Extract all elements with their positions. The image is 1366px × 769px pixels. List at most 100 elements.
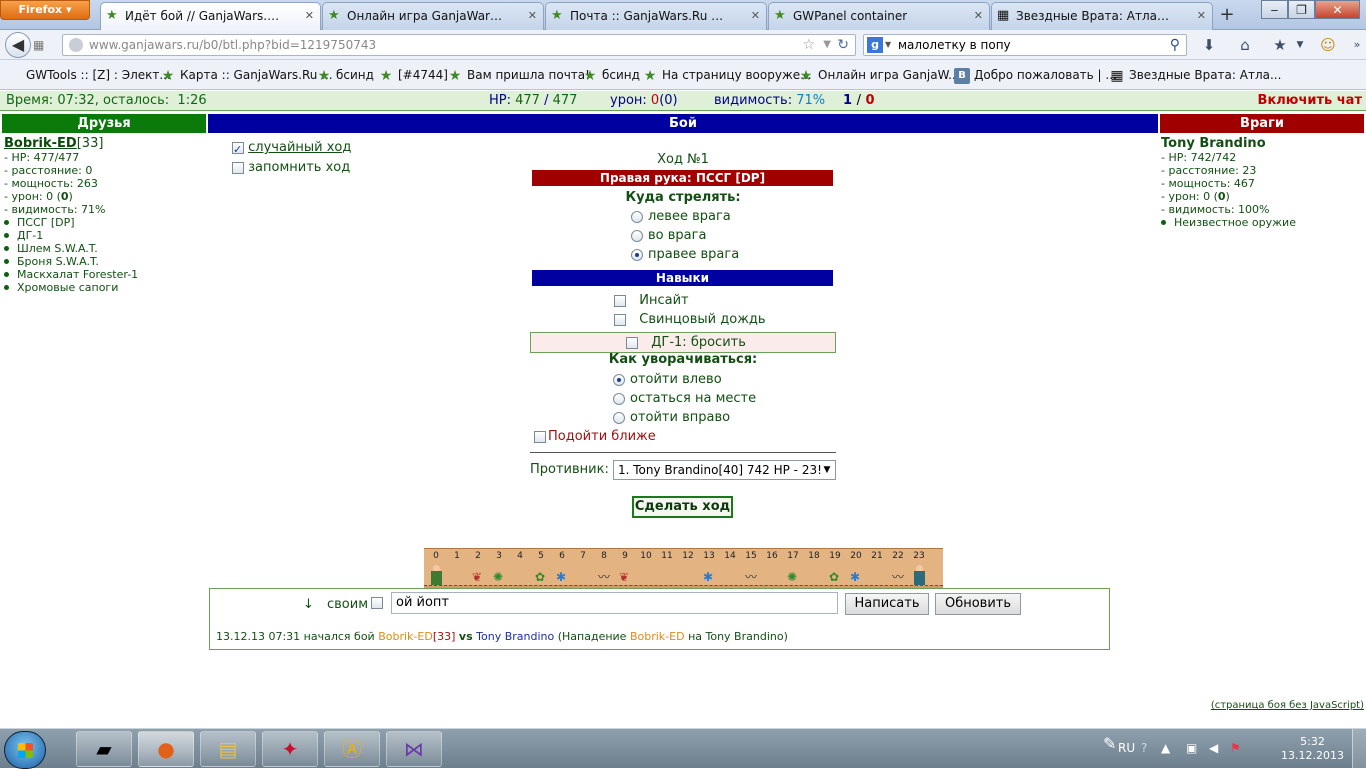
tab-gwpanel[interactable]: ★ GWPanel container ✕: [768, 2, 990, 30]
search-input[interactable]: малолетку в попу: [898, 35, 1011, 55]
help-icon[interactable]: ?: [1141, 741, 1147, 755]
bookmark-item[interactable]: ★ Онлайн игра GanjaW...: [798, 60, 960, 90]
reload-icon[interactable]: ↻: [837, 36, 849, 54]
bookmark-item[interactable]: ★ бсинд: [316, 60, 374, 90]
log-defender[interactable]: Tony Brandino: [706, 630, 784, 643]
chat-message-input[interactable]: ой йопт: [391, 592, 838, 614]
log-attacker[interactable]: Bobrik-ED: [630, 630, 685, 643]
remember-move-option[interactable]: запомнить ход: [232, 158, 351, 178]
no-javascript-link[interactable]: (страница боя без JavaScript): [1211, 700, 1364, 711]
language-indicator[interactable]: RU: [1118, 741, 1135, 755]
dodge-right-radio[interactable]: [613, 411, 625, 424]
dodge-option-left[interactable]: отойти влево: [613, 371, 722, 389]
random-move-option[interactable]: случайный ход: [232, 138, 351, 160]
aimp-icon[interactable]: Ⓐ: [324, 731, 380, 767]
clock[interactable]: 5:32 13.12.2013: [1281, 735, 1344, 763]
maximize-window-button[interactable]: ❐: [1288, 0, 1315, 19]
log-player-a[interactable]: Bobrik-ED: [378, 630, 433, 643]
close-tab-icon[interactable]: ✕: [974, 3, 983, 29]
remember-move-checkbox[interactable]: [232, 161, 244, 174]
desktop-switch-icon[interactable]: ▰: [76, 731, 132, 767]
volume-icon[interactable]: ◀: [1209, 741, 1218, 755]
url-bar[interactable]: www.ganjawars.ru/b0/btl.php?bid=12197507…: [62, 34, 856, 56]
close-tab-icon[interactable]: ✕: [305, 3, 314, 29]
dodge-left-radio[interactable]: [613, 373, 625, 386]
shoot-center-radio[interactable]: [631, 229, 643, 242]
tab-online-game[interactable]: ★ Онлайн игра GanjaWars.Ru :: Г... ✕: [322, 2, 544, 30]
action-center-icon[interactable]: ⚑: [1230, 741, 1241, 755]
bookmark-item[interactable]: GWTools :: [Z] : Элект...: [6, 60, 171, 90]
firefox-menu-button[interactable]: Firefox ▾: [0, 0, 90, 20]
tray-expand-icon[interactable]: ▲: [1161, 741, 1170, 755]
bookmark-item[interactable]: ★ Карта :: GanjaWars.Ru ...: [160, 60, 333, 90]
bookmark-item[interactable]: B Добро пожаловать | ...: [954, 60, 1117, 90]
enemy-unit-icon[interactable]: [912, 565, 926, 585]
tab-battle[interactable]: ★ Идёт бой // GanjaWars.Ru ✕: [100, 2, 321, 31]
dodge-option-right[interactable]: отойти вправо: [613, 409, 730, 427]
enable-chat-link[interactable]: Включить чат: [1258, 91, 1362, 110]
media-app-icon[interactable]: ✦: [262, 731, 318, 767]
download-icon[interactable]: ⬇: [1199, 35, 1219, 55]
google-icon[interactable]: g: [867, 37, 883, 53]
shoot-option-center[interactable]: во врага: [631, 227, 706, 245]
random-move-checkbox[interactable]: [232, 140, 244, 160]
skill-insight-checkbox[interactable]: [614, 294, 626, 307]
tab-stargate[interactable]: ▦ Звездные Врата: Атлантида 1,2,... ✕: [991, 2, 1213, 30]
visual-studio-icon[interactable]: ⋈: [386, 731, 442, 767]
network-icon[interactable]: ▣: [1186, 741, 1197, 755]
shoot-option-left[interactable]: левее врага: [631, 208, 731, 226]
close-tab-icon[interactable]: ✕: [751, 3, 760, 29]
friend-unit-icon[interactable]: [429, 565, 443, 585]
url-dropdown-icon[interactable]: ▼: [823, 36, 831, 54]
firefox-taskbar-icon[interactable]: ●: [138, 731, 194, 767]
dodge-option-stay[interactable]: остаться на месте: [613, 390, 756, 408]
minimize-window-button[interactable]: ‒: [1261, 0, 1288, 19]
team-only-checkbox[interactable]: [371, 597, 383, 609]
url-text[interactable]: www.ganjawars.ru/b0/btl.php?bid=12197507…: [89, 35, 376, 55]
bookmarks-dropdown-icon[interactable]: ▼: [1290, 35, 1310, 55]
scroll-down-arrow-icon[interactable]: ↓: [303, 597, 314, 612]
shoot-option-right[interactable]: правее врага: [631, 246, 739, 264]
start-button[interactable]: [4, 731, 46, 769]
approach-option[interactable]: Подойти ближе: [534, 428, 656, 446]
explorer-folder-icon[interactable]: ▤: [200, 731, 256, 767]
enemy-name[interactable]: Tony Brandino: [1161, 137, 1361, 151]
close-tab-icon[interactable]: ✕: [528, 3, 537, 29]
bookmark-item[interactable]: ★ На страницу вооруже...: [642, 60, 812, 90]
show-desktop-button[interactable]: [1352, 729, 1366, 769]
bookmark-item[interactable]: ★ Вам пришла почта!: [447, 60, 590, 90]
bookmark-star-icon[interactable]: ☆: [802, 36, 815, 54]
back-button[interactable]: ◀: [5, 32, 31, 58]
skill-lead-rain[interactable]: Свинцовый дождь: [614, 311, 766, 329]
close-tab-icon[interactable]: ✕: [1197, 3, 1206, 29]
search-bar[interactable]: g ▼ малолетку в попу ⚲: [863, 34, 1187, 56]
chevron-down-icon[interactable]: ▼: [819, 461, 835, 479]
history-dropdown-icon[interactable]: ▦: [33, 37, 55, 53]
make-move-button[interactable]: Сделать ход: [632, 496, 733, 518]
grenade-throw-option[interactable]: ДГ-1: бросить: [626, 334, 746, 352]
shoot-right-radio[interactable]: [631, 248, 643, 261]
opponent-select[interactable]: 1. Tony Brandino[40] 742 HP - 23! ▼: [613, 460, 836, 480]
addon-face-icon[interactable]: ☺: [1318, 35, 1338, 55]
overflow-chevron-icon[interactable]: »: [1347, 35, 1366, 55]
home-icon[interactable]: ⌂: [1235, 35, 1255, 55]
shoot-left-radio[interactable]: [631, 210, 643, 223]
search-icon[interactable]: ⚲: [1170, 35, 1180, 55]
random-move-label[interactable]: случайный ход: [248, 140, 351, 155]
bookmark-item[interactable]: ★ [#4744]: [378, 60, 448, 90]
send-message-button[interactable]: Написать: [845, 593, 929, 615]
refresh-chat-button[interactable]: Обновить: [935, 593, 1021, 615]
bookmarks-menu-icon[interactable]: ★: [1270, 35, 1290, 55]
skill-insight[interactable]: Инсайт: [614, 292, 689, 310]
log-player-b[interactable]: Tony Brandino: [476, 630, 554, 643]
new-tab-button[interactable]: +: [1216, 4, 1238, 26]
friend-profile-link[interactable]: Bobrik-ED: [4, 136, 77, 151]
grenade-throw-checkbox[interactable]: [626, 336, 638, 349]
close-window-button[interactable]: ✕: [1315, 0, 1360, 19]
search-engine-dropdown-icon[interactable]: ▼: [885, 35, 891, 55]
bookmark-item[interactable]: ★ бсинд: [582, 60, 640, 90]
approach-checkbox[interactable]: [534, 430, 546, 443]
skill-lead-rain-checkbox[interactable]: [614, 313, 626, 326]
pen-input-icon[interactable]: ✎: [1103, 736, 1116, 752]
dodge-stay-radio[interactable]: [613, 392, 625, 405]
